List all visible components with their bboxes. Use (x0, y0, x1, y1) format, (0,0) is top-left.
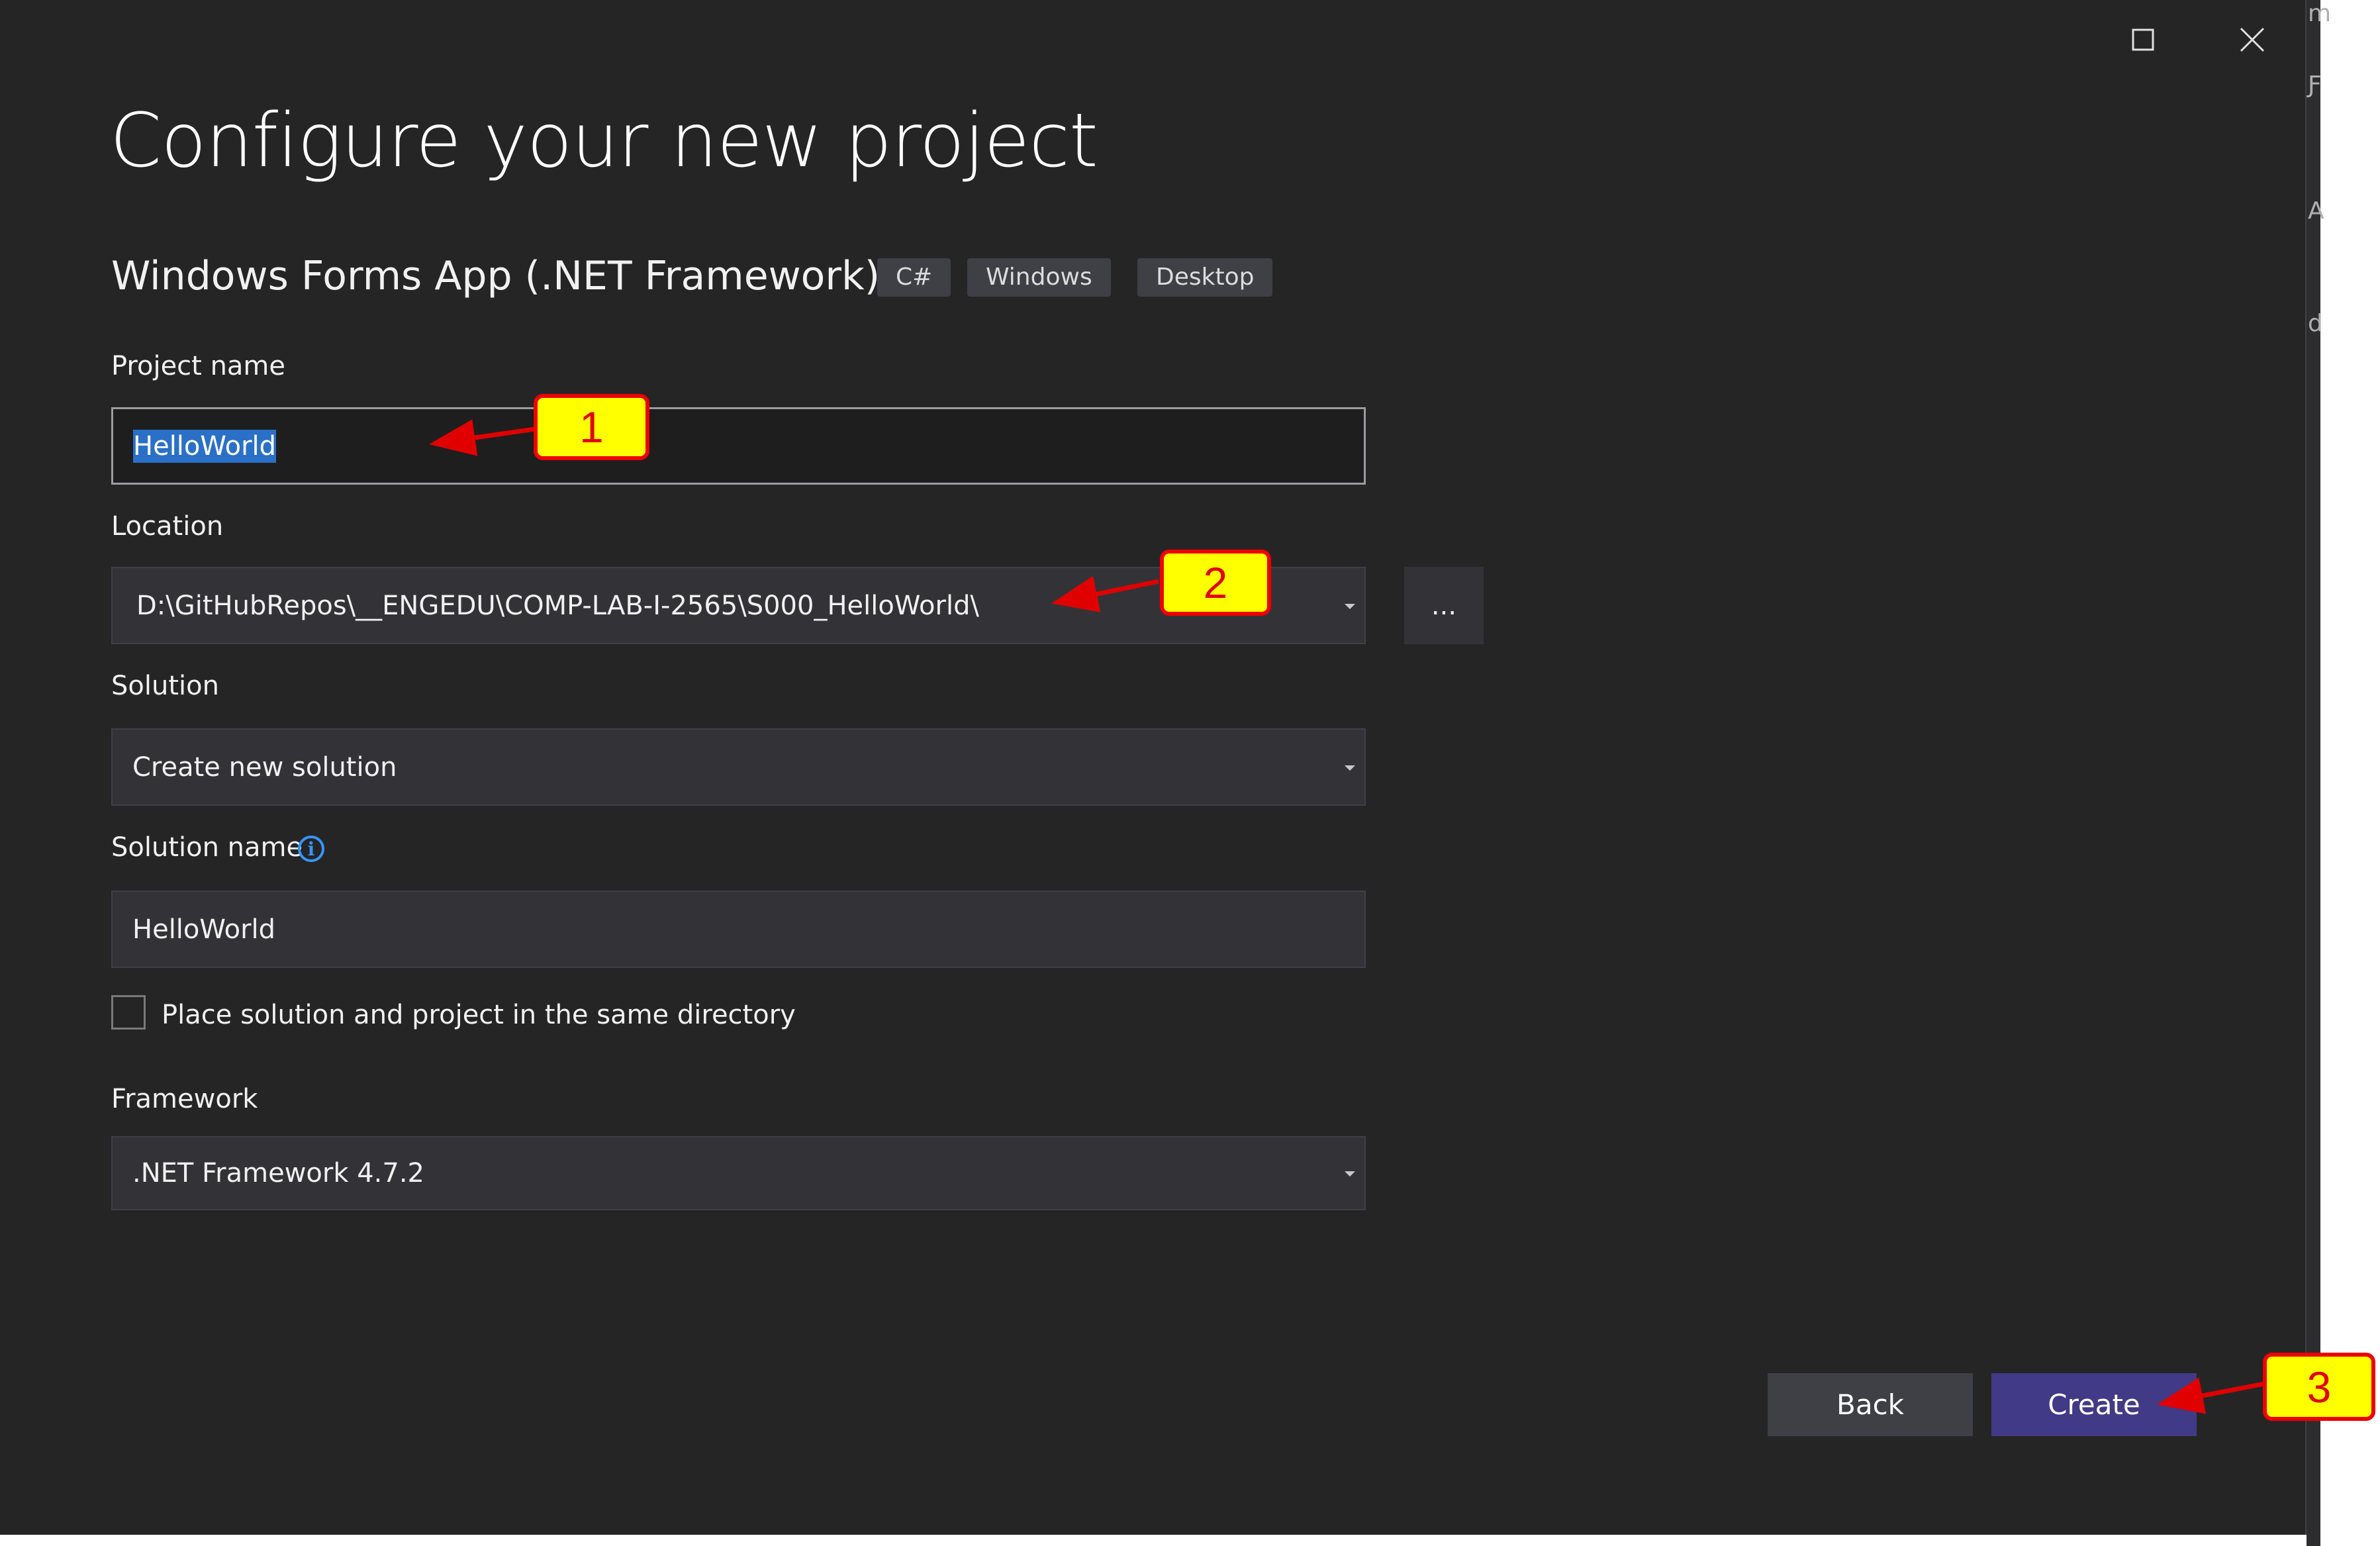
callout-3-arrow (2157, 1377, 2265, 1414)
annotation-arrows (429, 419, 2265, 1414)
callout-2-arrow (1051, 575, 1159, 612)
callout-3: 3 (2263, 1353, 2375, 1421)
callout-2: 2 (1160, 550, 1271, 616)
callout-1-arrow (429, 419, 536, 456)
callout-1: 1 (534, 394, 649, 460)
